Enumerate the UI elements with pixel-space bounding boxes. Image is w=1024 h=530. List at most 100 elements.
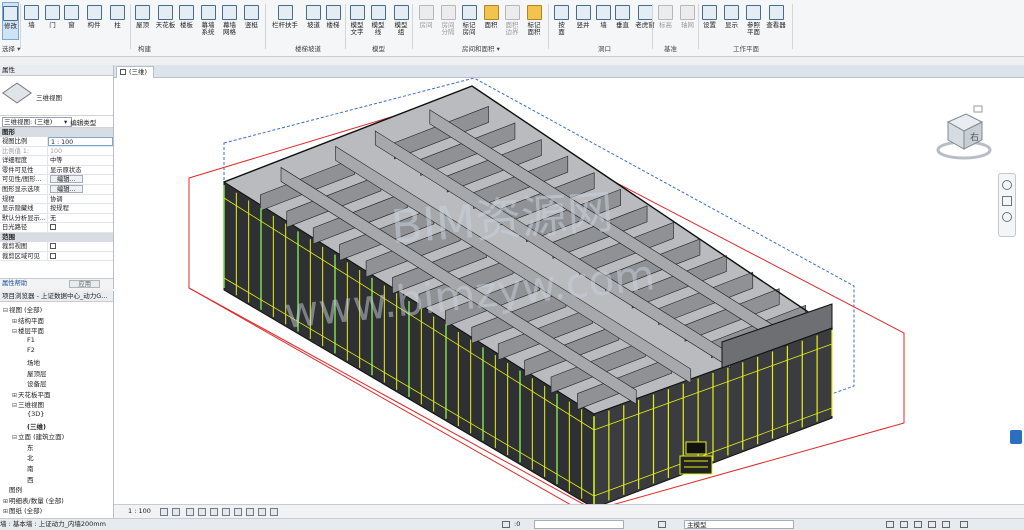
ribbon-panel-label[interactable]: 选择 ▾: [2, 43, 20, 53]
steering-wheel-icon[interactable]: [1002, 180, 1012, 190]
ribbon-button-21[interactable]: 面积: [482, 2, 500, 40]
ribbon-button-18[interactable]: 房间: [417, 2, 435, 40]
ribbon-button-32[interactable]: 显示: [723, 2, 740, 40]
ribbon-button-4[interactable]: 构件: [83, 2, 105, 40]
edit-button[interactable]: 编辑...: [50, 184, 83, 193]
ribbon-button-0[interactable]: 修改: [2, 2, 19, 40]
detail-level-icon[interactable]: [160, 508, 168, 516]
property-value[interactable]: 协调: [48, 195, 113, 204]
show-crop-icon[interactable]: [234, 508, 242, 516]
property-value[interactable]: 编辑...: [48, 184, 113, 194]
worksets-icon[interactable]: [502, 521, 510, 528]
ribbon-button-33[interactable]: 参照 平面: [744, 2, 763, 40]
property-value[interactable]: 100: [48, 147, 113, 156]
tree-item[interactable]: 北: [21, 452, 34, 462]
select-face-icon[interactable]: [928, 521, 936, 528]
ribbon-button-25[interactable]: 竖井: [574, 2, 592, 40]
sun-path-icon[interactable]: [186, 508, 194, 516]
ws-dropdown[interactable]: [534, 520, 624, 529]
shadows-icon[interactable]: [198, 508, 206, 516]
ribbon-button-10[interactable]: 幕墙 网格: [220, 2, 239, 40]
tree-item[interactable]: ⊟楼层平面: [12, 325, 44, 335]
ribbon-button-15[interactable]: 模型 文字: [348, 2, 366, 40]
tree-item[interactable]: ⊞明细表/数量 (全部): [3, 495, 64, 505]
design-option-dropdown[interactable]: 主模型: [684, 520, 794, 529]
tree-item[interactable]: (三维): [21, 421, 46, 431]
ribbon-button-13[interactable]: 坡道: [305, 2, 322, 40]
ribbon-button-22[interactable]: 面积 边界: [503, 2, 521, 40]
ribbon-panel-label[interactable]: 房间和面积 ▾: [462, 43, 500, 53]
ribbon-button-7[interactable]: 天花板: [155, 2, 176, 40]
ribbon-button-31[interactable]: 设置: [701, 2, 718, 40]
ribbon-button-30[interactable]: 轴网: [679, 2, 696, 40]
ribbon-button-23[interactable]: 标记 面积: [524, 2, 544, 40]
tree-item[interactable]: 南: [21, 463, 34, 473]
drag-elements-icon[interactable]: [942, 521, 950, 528]
ribbon-button-11[interactable]: 竖梃: [243, 2, 260, 40]
properties-help-link[interactable]: 属性帮助: [0, 280, 27, 287]
ribbon-button-34[interactable]: 查看器: [765, 2, 787, 40]
tree-item[interactable]: {3D}: [21, 410, 44, 418]
tree-item[interactable]: ⊟三维视图: [12, 399, 44, 409]
tree-item[interactable]: 场地: [21, 357, 40, 367]
property-value[interactable]: 显示原状态: [48, 166, 113, 175]
tree-item[interactable]: 图例: [3, 484, 22, 494]
filter-icon[interactable]: [658, 521, 666, 528]
ribbon-button-3[interactable]: 窗: [63, 2, 80, 40]
visual-style-icon[interactable]: [172, 508, 180, 516]
drawing-area[interactable]: BIM资源网 www.bimzyw.com 右: [114, 78, 1024, 504]
render-icon[interactable]: [210, 508, 218, 516]
view-selector-dropdown[interactable]: 三维视图: (三维): [2, 116, 72, 127]
ribbon-button-1[interactable]: 墙: [23, 2, 40, 40]
edit-type-button[interactable]: 编辑类型: [70, 117, 96, 127]
expand-side-icon[interactable]: [1010, 430, 1022, 444]
tree-item[interactable]: ⊞结构平面: [12, 315, 44, 325]
orbit-icon[interactable]: [1002, 212, 1012, 222]
ribbon-button-16[interactable]: 模型线: [369, 2, 387, 40]
hide-isolate-icon[interactable]: [258, 508, 266, 516]
ribbon-button-14[interactable]: 楼梯: [324, 2, 342, 40]
ribbon-button-5[interactable]: 柱: [110, 2, 125, 40]
property-value[interactable]: [48, 242, 113, 251]
tree-item[interactable]: 设备层: [21, 378, 47, 388]
chevron-down-icon[interactable]: ▾: [64, 118, 67, 126]
edit-button[interactable]: 编辑...: [50, 175, 83, 184]
zoom-icon[interactable]: [1002, 196, 1012, 206]
tree-item[interactable]: F1: [21, 336, 35, 344]
crop-view-icon[interactable]: [222, 508, 230, 516]
property-value[interactable]: [48, 252, 113, 261]
type-selector[interactable]: 三维视图: [0, 76, 113, 116]
tree-item[interactable]: 屋顶层: [21, 368, 47, 378]
tree-item[interactable]: 西: [21, 474, 34, 484]
ribbon-button-26[interactable]: 墙: [596, 2, 611, 40]
tree-item[interactable]: 东: [21, 442, 34, 452]
ribbon-button-9[interactable]: 幕墙 系统: [199, 2, 217, 40]
ribbon-button-29[interactable]: 标高: [657, 2, 674, 40]
ribbon-button-2[interactable]: 门: [44, 2, 61, 40]
tree-item[interactable]: ⊟立面 (建筑立面): [12, 431, 64, 441]
select-underlay-icon[interactable]: [900, 521, 908, 528]
reveal-hidden-icon[interactable]: [270, 508, 278, 516]
property-value[interactable]: 1 : 100: [48, 137, 113, 146]
viewcube[interactable]: 右: [934, 104, 992, 162]
checkbox[interactable]: [50, 224, 56, 231]
property-value[interactable]: 中等: [48, 156, 113, 165]
property-value[interactable]: [48, 223, 113, 232]
view-scale[interactable]: 1 : 100: [128, 505, 151, 518]
tree-item[interactable]: ⊞天花板平面: [12, 389, 51, 399]
view-tab-3d[interactable]: (三维): [116, 66, 155, 78]
range-section-header[interactable]: 范围: [0, 232, 113, 242]
filter-count-icon[interactable]: [960, 521, 968, 528]
tree-item[interactable]: ⊟视图 (全部): [3, 304, 42, 314]
select-links-icon[interactable]: [886, 521, 894, 528]
ribbon-button-19[interactable]: 房间 分隔: [439, 2, 457, 40]
tree-item[interactable]: F2: [21, 346, 35, 354]
graphics-section-header[interactable]: 图形: [0, 128, 113, 137]
property-value[interactable]: 无: [48, 214, 113, 223]
property-value[interactable]: 按规程: [48, 204, 113, 213]
ribbon-button-6[interactable]: 屋顶: [133, 2, 152, 40]
checkbox[interactable]: [50, 252, 56, 259]
tree-item[interactable]: ⊞图纸 (全部): [3, 505, 42, 515]
property-value[interactable]: 编辑...: [48, 175, 113, 184]
checkbox[interactable]: [50, 242, 56, 249]
